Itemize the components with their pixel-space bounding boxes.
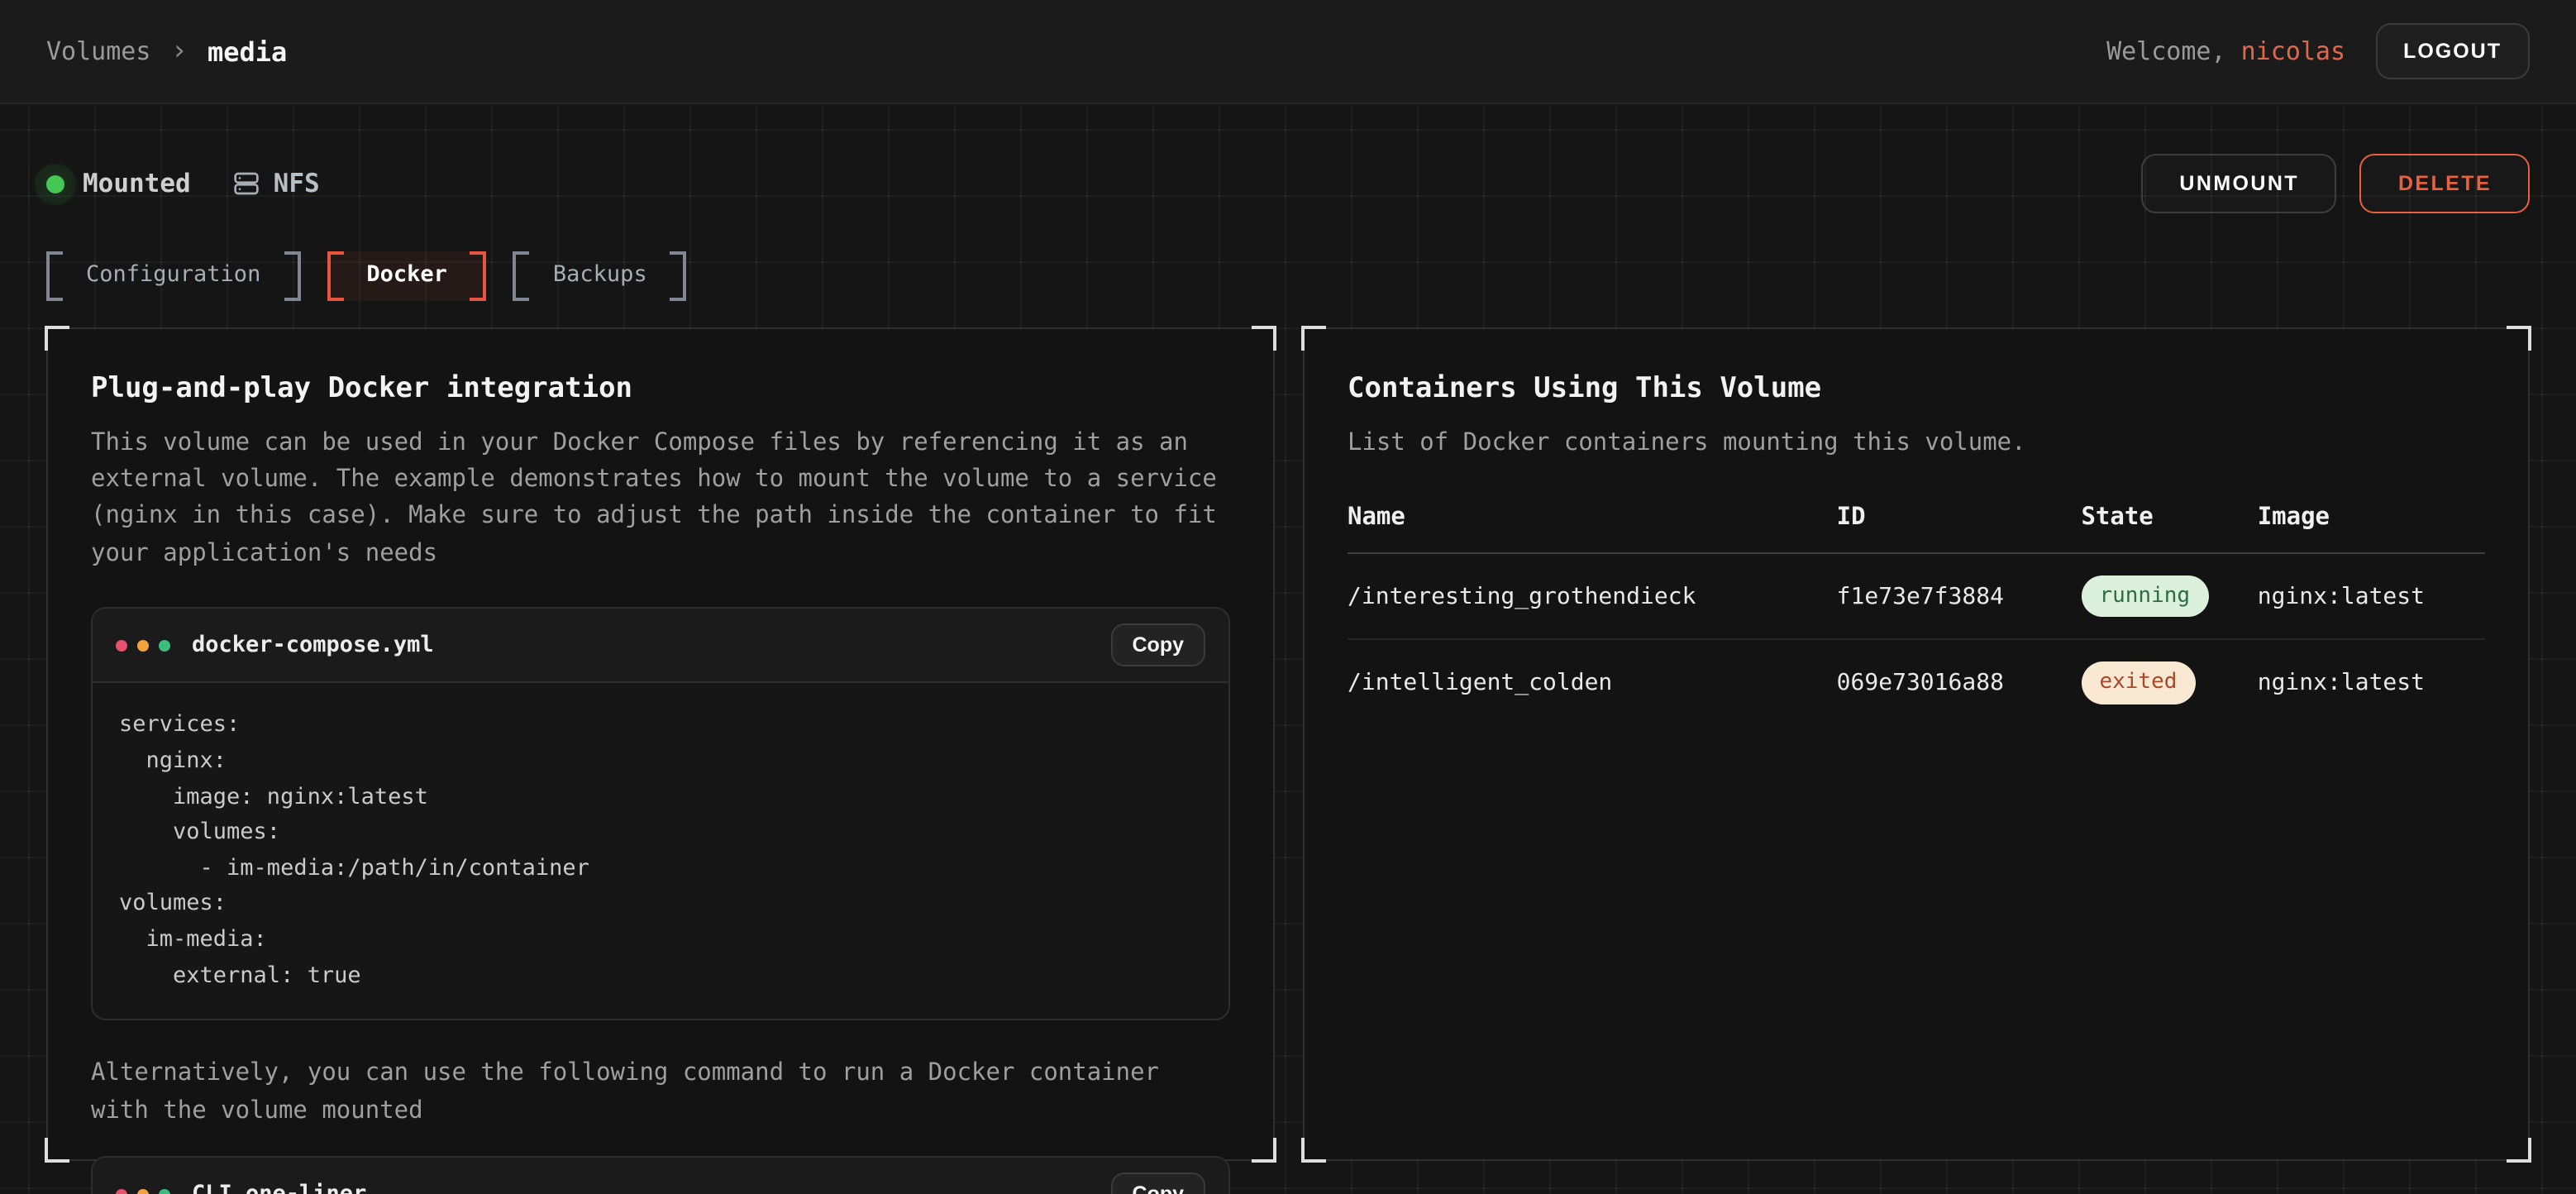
compose-code-content: services: nginx: image: nginx:latest vol… (93, 684, 1228, 1020)
table-header-row: Name ID State Image (1348, 504, 2485, 554)
window-dot-amber-icon (137, 1188, 149, 1194)
column-header-state: State (2081, 504, 2257, 531)
table-row: /intelligent_colden 069e73016a88 exited … (1348, 639, 2485, 726)
cli-code-header: CLI one-liner Copy (93, 1158, 1228, 1194)
panel-corner-icon (1252, 325, 1276, 350)
welcome-label: Welcome, (2106, 36, 2226, 66)
window-dot-red-icon (116, 1188, 127, 1194)
window-dot-red-icon (116, 640, 127, 652)
column-header-name: Name (1348, 504, 1837, 531)
cli-copy-button[interactable]: Copy (1111, 1173, 1206, 1194)
container-name: /interesting_grothendieck (1348, 583, 1837, 609)
delete-button[interactable]: DELETE (2360, 154, 2530, 213)
breadcrumb-chevron-icon: › (170, 37, 188, 65)
username: nicolas (2241, 36, 2345, 66)
window-dots (116, 640, 170, 652)
mounted-status-label: Mounted (83, 169, 191, 198)
top-bar: Volumes › media Welcome, nicolas LOGOUT (0, 0, 2576, 104)
column-header-id: ID (1837, 504, 2082, 531)
cli-filename: CLI one-liner (192, 1181, 366, 1194)
volume-status: Mounted NFS (46, 169, 320, 198)
window-dots (116, 1188, 170, 1194)
tab-bar: Configuration Docker Backups (46, 251, 2530, 300)
panel-corner-icon (45, 1137, 69, 1162)
breadcrumb-current-volume: media (208, 36, 287, 67)
panel-corner-icon (2507, 325, 2531, 350)
state-badge-exited: exited (2081, 662, 2195, 704)
mounted-status-dot-icon (46, 174, 64, 193)
container-id: 069e73016a88 (1837, 670, 2082, 696)
volume-type-label: NFS (274, 169, 320, 198)
container-image: nginx:latest (2258, 583, 2485, 609)
compose-code-header: docker-compose.yml Copy (93, 609, 1228, 684)
window-dot-amber-icon (137, 640, 149, 652)
compose-code-block: docker-compose.yml Copy services: nginx:… (91, 608, 1230, 1021)
container-name: /intelligent_colden (1348, 670, 1837, 696)
state-badge-running: running (2081, 576, 2208, 618)
logout-button[interactable]: LOGOUT (2375, 23, 2530, 79)
volume-type-indicator: NFS (234, 169, 320, 198)
containers-panel-subtitle: List of Docker containers mounting this … (1348, 424, 2485, 461)
status-row: Mounted NFS UNMOUNT DELETE (46, 104, 2530, 213)
tab-backups[interactable]: Backups (513, 251, 687, 300)
server-icon (234, 170, 260, 197)
main-content: Mounted NFS UNMOUNT DELETE (0, 104, 2576, 1194)
tab-configuration[interactable]: Configuration (46, 251, 300, 300)
container-image: nginx:latest (2258, 670, 2485, 696)
container-id: f1e73e7f3884 (1837, 583, 2082, 609)
container-state: running (2081, 576, 2257, 618)
panels: Plug-and-play Docker integration This vo… (46, 327, 2530, 1160)
welcome-text: Welcome, nicolas (2106, 36, 2345, 66)
breadcrumb: Volumes › media (46, 36, 287, 67)
top-bar-right: Welcome, nicolas LOGOUT (2106, 23, 2530, 79)
panel-corner-icon (45, 325, 69, 350)
docker-panel-title: Plug-and-play Docker integration (91, 371, 1230, 404)
container-state: exited (2081, 662, 2257, 704)
cli-code-block: CLI one-liner Copy docker run -v im-medi… (91, 1156, 1230, 1194)
window-dot-green-icon (159, 1188, 170, 1194)
panel-corner-icon (2507, 1137, 2531, 1162)
containers-table: Name ID State Image /interesting_grothen… (1348, 504, 2485, 726)
containers-panel: Containers Using This Volume List of Doc… (1303, 327, 2530, 1160)
unmount-button[interactable]: UNMOUNT (2141, 154, 2337, 213)
compose-filename: docker-compose.yml (192, 633, 434, 659)
panel-corner-icon (1301, 1137, 1326, 1162)
window-dot-green-icon (159, 640, 170, 652)
table-row: /interesting_grothendieck f1e73e7f3884 r… (1348, 554, 2485, 639)
panel-corner-icon (1252, 1137, 1276, 1162)
breadcrumb-volumes-link[interactable]: Volumes (46, 36, 150, 66)
panel-corner-icon (1301, 325, 1326, 350)
containers-panel-title: Containers Using This Volume (1348, 371, 2485, 404)
compose-copy-button[interactable]: Copy (1111, 624, 1206, 667)
docker-panel-description: This volume can be used in your Docker C… (91, 424, 1230, 573)
page: Volumes › media Welcome, nicolas LOGOUT … (0, 0, 2576, 1194)
docker-integration-panel: Plug-and-play Docker integration This vo… (46, 327, 1275, 1160)
cli-intro-text: Alternatively, you can use the following… (91, 1055, 1230, 1130)
volume-actions: UNMOUNT DELETE (2141, 154, 2530, 213)
tab-docker[interactable]: Docker (327, 251, 487, 300)
column-header-image: Image (2258, 504, 2485, 531)
